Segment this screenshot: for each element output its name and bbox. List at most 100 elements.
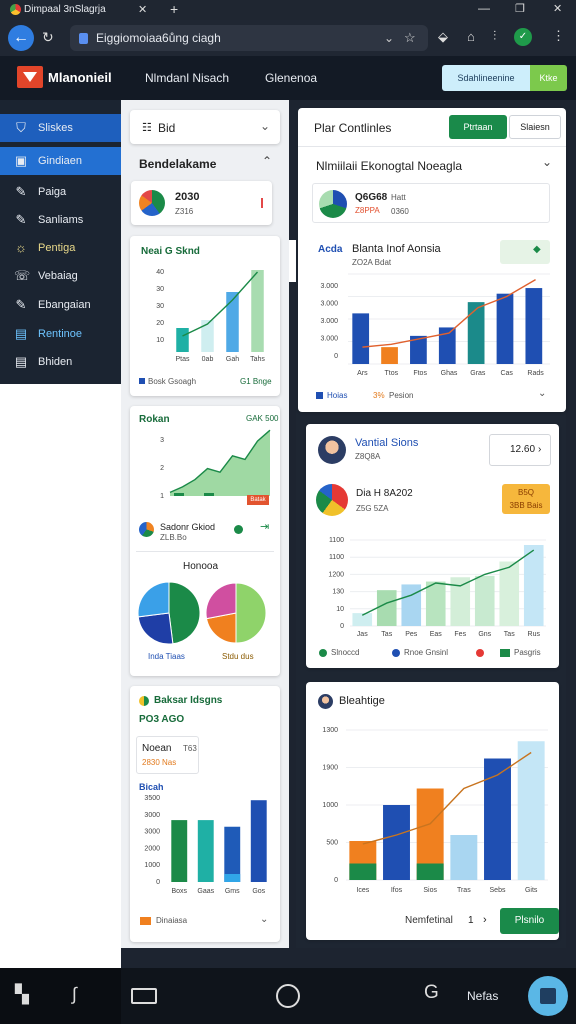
nav-link-1[interactable]: Nlmdanl Nisach: [145, 71, 229, 85]
route-icon[interactable]: ∫: [72, 984, 77, 1005]
maximize-button[interactable]: ❐: [515, 2, 525, 15]
download-icon[interactable]: ⬙: [438, 29, 448, 45]
url-bar[interactable]: Eiggiomoiaa6ůng ciagh ⌄ ☆: [70, 25, 428, 51]
sidebar-item-3[interactable]: ✎ Paiga: [0, 178, 121, 206]
new-tab-button[interactable]: +: [170, 1, 178, 17]
sidebar-item-6[interactable]: ☏ Vebaiag: [0, 262, 121, 290]
next-page-icon[interactable]: ›: [483, 914, 487, 926]
bar: [474, 575, 495, 626]
star-icon[interactable]: ☆: [404, 25, 416, 51]
sidebar-item-9[interactable]: ▤ Bhiden: [0, 348, 121, 376]
footer-button[interactable]: Plsnilo: [500, 908, 559, 934]
browser-tab[interactable]: Dimpaal 3nSlagrja: [6, 0, 156, 20]
fab-button[interactable]: [528, 976, 568, 1016]
sidebar-item-2[interactable]: ▣ Gindiaen: [0, 147, 121, 175]
y-tick-label: 20: [156, 320, 164, 327]
reload-icon[interactable]: ↻: [42, 29, 54, 46]
left-select[interactable]: ☷ Bid ⌄: [130, 110, 280, 144]
sidebar-item-5[interactable]: ☼ Pentiga: [0, 234, 121, 262]
profile-avatar[interactable]: ✓: [514, 28, 532, 46]
chevron-down-icon[interactable]: ⌄: [542, 155, 552, 169]
legend-label: Dinaiasa: [156, 916, 188, 925]
x-tick-label: Pes: [405, 631, 418, 638]
y-tick-label: 1000: [144, 862, 160, 869]
bar: [176, 328, 189, 352]
left-chart3-svg: 3500 3000 3000 2000 1000 0 Boxs Gaas Gms Gos: [144, 795, 267, 895]
go-button[interactable]: Ktke: [530, 65, 567, 91]
chevron-down-icon[interactable]: ⌄: [260, 914, 268, 925]
x-tick-label: Gns: [478, 631, 491, 638]
nav-link-2[interactable]: Glenenoa: [265, 71, 317, 85]
left-pies-svg: [137, 581, 267, 645]
home-nav-icon[interactable]: [276, 984, 300, 1008]
y-tick-label: 2: [160, 465, 164, 472]
bar: [381, 347, 398, 364]
badge: B5Q 3BB Bais: [502, 484, 550, 514]
pin-icon[interactable]: ⫶: [493, 28, 496, 44]
save-icon[interactable]: ▚: [15, 984, 29, 1005]
sidebar: ⛉ Sliskes ▣ Gindiaen ✎ Paiga ✎ Sanliams ☼ Pen…: [0, 100, 121, 968]
secondary-button[interactable]: Slaiesn: [509, 115, 561, 139]
chevron-up-icon[interactable]: ⌃: [262, 154, 272, 168]
bar-segment: [349, 863, 377, 880]
x-tick-label: Ghas: [441, 370, 458, 377]
x-tick-label: Ars: [357, 370, 368, 377]
close-window-button[interactable]: ✕: [553, 2, 562, 15]
y-tick-label: 30: [156, 303, 164, 310]
google-g-icon[interactable]: G: [424, 982, 439, 1004]
app-bar: Mlanonieil Nlmdanl Nisach Glenenoa Sdahl…: [0, 56, 576, 100]
splitter-handle[interactable]: [289, 240, 296, 282]
block-title: Vantial Sions: [355, 437, 419, 449]
bar: [517, 741, 545, 880]
x-tick-label: Cas: [500, 370, 513, 377]
y-tick-label: 1200: [328, 571, 344, 578]
y-tick-label: 1300: [322, 727, 338, 734]
back-arrow-icon[interactable]: ←: [8, 25, 34, 51]
mini-title: Noean: [142, 743, 172, 754]
legend-3: Pasgris: [514, 648, 541, 657]
kpi-value: 2030: [175, 191, 200, 203]
y-tick-label: 2000: [144, 845, 160, 852]
y-tick-label: 3.000: [320, 283, 338, 290]
x-tick-label: Gits: [525, 887, 538, 894]
bar-segment: [224, 874, 241, 882]
bar-segment: [416, 863, 444, 880]
status-dot: [234, 525, 243, 534]
mini-badge: ◆: [500, 240, 550, 264]
x-tick-label: Ttos: [384, 370, 398, 377]
url-text: Eiggiomoiaa6ůng ciagh: [96, 31, 221, 45]
x-tick-label: Eas: [430, 631, 443, 638]
sidebar-item-4[interactable]: ✎ Sanliams: [0, 206, 121, 234]
extension-icon[interactable]: ⌂: [467, 29, 475, 44]
legend-swatch: [316, 392, 323, 399]
bar: [401, 584, 422, 626]
tab-title: Dimpaal 3nSlagrja: [24, 4, 106, 15]
bar: [496, 293, 514, 364]
section-value: PO3 AGO: [139, 714, 185, 725]
chart-badge: Batak: [247, 495, 269, 505]
pen-icon: ✎: [15, 212, 27, 227]
arrow-icon[interactable]: ⇥: [260, 520, 269, 533]
sidebar-item-1[interactable]: ⛉ Sliskes: [0, 114, 121, 142]
brand-logo-icon: [17, 66, 43, 88]
y-tick-label: 3000: [144, 829, 160, 836]
search-button[interactable]: Sdahlineenine: [442, 65, 530, 91]
sidebar-item-7[interactable]: ✎ Ebangaian: [0, 291, 121, 319]
square-nav-icon[interactable]: [131, 988, 157, 1004]
sidebar-item-8[interactable]: ▤ Rentinoe: [0, 320, 121, 348]
menu-dots-icon[interactable]: ⋮: [552, 28, 565, 44]
period-select[interactable]: 12.60 ›: [489, 434, 551, 466]
primary-button[interactable]: Ptrtaan: [449, 115, 507, 139]
page-number[interactable]: 1: [468, 915, 474, 926]
close-tab-icon[interactable]: ✕: [138, 3, 147, 16]
chevron-down-icon[interactable]: ⌄: [384, 25, 394, 51]
chevron-down-icon[interactable]: ⌄: [538, 388, 546, 399]
legend-2: Rnoe Gnsinl: [404, 648, 449, 657]
pie-slice: [137, 581, 170, 618]
avatar: [318, 694, 333, 709]
bar: [383, 805, 410, 880]
pie-slice: [137, 612, 174, 645]
legend-swatch: [319, 649, 327, 657]
minimize-button[interactable]: —: [478, 1, 490, 15]
left-kpi-card: 2030 Z316: [131, 181, 272, 225]
